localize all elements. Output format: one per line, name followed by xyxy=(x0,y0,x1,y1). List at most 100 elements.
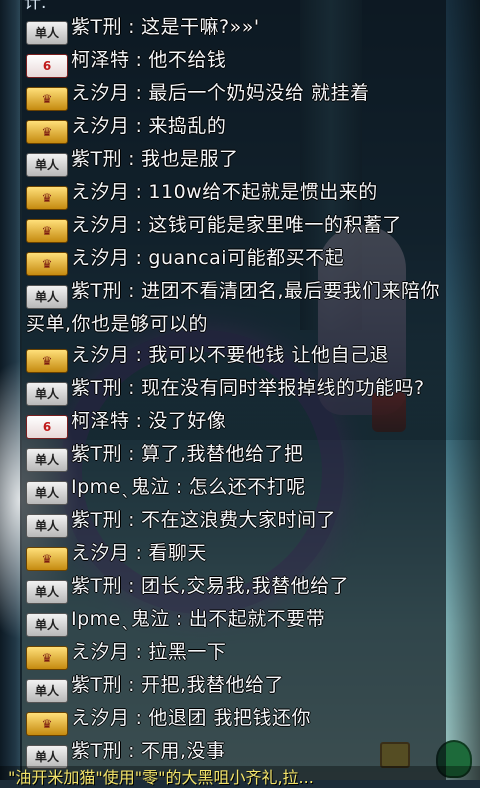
chat-sender-name[interactable]: 紫T刑 xyxy=(71,443,122,465)
chat-message[interactable]: 单人 紫T刑: 这是干嘛?»»' xyxy=(24,12,446,45)
chat-message-text: 他不给钱 xyxy=(148,49,227,71)
chat-message[interactable]: 单人 紫T刑: 算了,我替他给了把 xyxy=(24,439,446,472)
chat-message-text: 现在没有同时举报掉线的功能吗? xyxy=(141,377,425,399)
chat-message[interactable]: 单人 Ipmeˎ鬼泣: 出不起就不要带 xyxy=(24,604,446,637)
chat-separator: : xyxy=(135,214,143,236)
chat-separator: : xyxy=(175,608,183,630)
chat-message-text: 来捣乱的 xyxy=(148,115,227,137)
chat-sender-name[interactable]: 紫T刑 xyxy=(71,740,122,762)
chat-separator: : xyxy=(135,641,143,663)
solo-party-badge-icon: 单人 xyxy=(26,613,68,637)
chat-message[interactable]: ♛ え汐月: 他退团 我把钱还你 xyxy=(24,703,446,736)
chat-message[interactable]: 6 柯泽特: 他不给钱 xyxy=(24,45,446,78)
chat-sender-name[interactable]: 紫T刑 xyxy=(71,377,122,399)
red-guild-badge-icon: 6 xyxy=(26,415,68,439)
crown-badge-icon: ♛ xyxy=(26,120,68,144)
chat-sender-name[interactable]: え汐月 xyxy=(71,247,130,269)
crown-badge-icon: ♛ xyxy=(26,646,68,670)
chat-message[interactable]: 单人 紫T刑: 不在这浪费大家时间了 xyxy=(24,505,446,538)
chat-sender-name[interactable]: 柯泽特 xyxy=(71,49,130,71)
crown-badge-icon: ♛ xyxy=(26,349,68,373)
chat-message-text: 团长,交易我,我替他给了 xyxy=(141,575,350,597)
chat-sender-name[interactable]: 紫T刑 xyxy=(71,575,122,597)
solo-party-badge-icon: 单人 xyxy=(26,514,68,538)
chat-message[interactable]: ♛ え汐月: 来捣乱的 xyxy=(24,111,446,144)
chat-separator: : xyxy=(135,247,143,269)
chat-message[interactable]: 单人 紫T刑: 团长,交易我,我替他给了 xyxy=(24,571,446,604)
chat-sender-name[interactable]: 紫T刑 xyxy=(71,674,122,696)
chat-message[interactable]: 6 柯泽特: 没了好像 xyxy=(24,406,446,439)
chat-message-text: 这钱可能是家里唯一的积蓄了 xyxy=(148,214,402,236)
chat-message[interactable]: ♛ え汐月: 这钱可能是家里唯一的积蓄了 xyxy=(24,210,446,243)
crown-badge-icon: ♛ xyxy=(26,186,68,210)
chat-message-text: 不在这浪费大家时间了 xyxy=(141,509,337,531)
chat-message[interactable]: ♛ え汐月: guancai可能都买不起 xyxy=(24,243,446,276)
chat-sender-name[interactable]: Ipmeˎ鬼泣 xyxy=(71,476,170,498)
chat-sender-name[interactable]: え汐月 xyxy=(71,214,130,236)
chat-separator: : xyxy=(128,740,136,762)
chat-sender-name[interactable]: Ipmeˎ鬼泣 xyxy=(71,608,170,630)
chat-separator: : xyxy=(135,707,143,729)
scene-right-shadow xyxy=(444,0,480,780)
chat-separator: : xyxy=(175,476,183,498)
chat-sender-name[interactable]: え汐月 xyxy=(71,707,130,729)
chat-message[interactable]: ♛ え汐月: 最后一个奶妈没给 就挂着 xyxy=(24,78,446,111)
crown-badge-icon: ♛ xyxy=(26,252,68,276)
chat-message-list[interactable]: 单人 紫T刑: 这是干嘛?»»' 6 柯泽特: 他不给钱 ♛ え汐月: 最后一个奶妈没给 就挂着… xyxy=(24,12,446,769)
chat-sender-name[interactable]: 紫T刑 xyxy=(71,148,122,170)
chat-message-text: 开把,我替他给了 xyxy=(141,674,285,696)
chat-message[interactable]: ♛ え汐月: 拉黑一下 xyxy=(24,637,446,670)
chat-sender-name[interactable]: え汐月 xyxy=(71,542,130,564)
chat-message-text: 拉黑一下 xyxy=(148,641,227,663)
chat-separator: : xyxy=(135,344,143,366)
chat-message-text: 这是干嘛?»»' xyxy=(141,16,260,38)
chat-message[interactable]: 单人 紫T刑: 现在没有同时举报掉线的功能吗? xyxy=(24,373,446,406)
chat-message[interactable]: ♛ え汐月: 看聊天 xyxy=(24,538,446,571)
chat-message-text: 最后一个奶妈没给 就挂着 xyxy=(148,82,370,104)
chat-sender-name[interactable]: 柯泽特 xyxy=(71,410,130,432)
chat-separator: : xyxy=(128,377,136,399)
chat-sender-name[interactable]: 紫T刑 xyxy=(71,16,122,38)
chat-sender-name[interactable]: え汐月 xyxy=(71,82,130,104)
solo-party-badge-icon: 单人 xyxy=(26,382,68,406)
chat-message[interactable]: ♛ え汐月: 我可以不要他钱 让他自己退 xyxy=(24,340,446,373)
chat-sender-name[interactable]: え汐月 xyxy=(71,181,130,203)
chat-sender-name[interactable]: え汐月 xyxy=(71,344,130,366)
chat-sender-name[interactable]: え汐月 xyxy=(71,115,130,137)
chat-message[interactable]: 单人 Ipmeˎ鬼泣: 怎么还不打呢 xyxy=(24,472,446,505)
chat-message[interactable]: ♛ え汐月:110w给不起就是惯出来的 xyxy=(24,177,446,210)
chat-separator: : xyxy=(135,115,143,137)
chat-message[interactable]: 单人 紫T刑: 开把,我替他给了 xyxy=(24,670,446,703)
chat-message-text: 出不起就不要带 xyxy=(188,608,326,630)
chat-panel[interactable]: 计. 单人 紫T刑: 这是干嘛?»»' 6 柯泽特: 他不给钱 ♛ え汐月: 最后一个奶妈没给 … xyxy=(20,0,446,780)
crown-badge-icon: ♛ xyxy=(26,219,68,243)
chat-separator: : xyxy=(135,410,143,432)
chat-separator: : xyxy=(135,542,143,564)
chat-message-text: 算了,我替他给了把 xyxy=(141,443,304,465)
chat-separator: : xyxy=(128,148,136,170)
crown-badge-icon: ♛ xyxy=(26,87,68,111)
chat-separator: : xyxy=(135,82,143,104)
chat-sender-name[interactable]: 紫T刑 xyxy=(71,280,122,302)
chat-message-text: 我可以不要他钱 让他自己退 xyxy=(148,344,389,366)
chat-separator: : xyxy=(128,509,136,531)
chat-message[interactable]: 单人 紫T刑: 进团不看清团名,最后要我们来陪你买单,你也是够可以的 xyxy=(24,276,446,340)
chat-separator: : xyxy=(128,16,136,38)
chat-sender-name[interactable]: 紫T刑 xyxy=(71,509,122,531)
solo-party-badge-icon: 单人 xyxy=(26,679,68,703)
solo-party-badge-icon: 单人 xyxy=(26,448,68,472)
chat-message-text: 我也是服了 xyxy=(141,148,239,170)
chat-message-text: 怎么还不打呢 xyxy=(188,476,306,498)
chat-sender-name[interactable]: え汐月 xyxy=(71,641,130,663)
crown-badge-icon: ♛ xyxy=(26,547,68,571)
chat-separator: : xyxy=(135,49,143,71)
solo-party-badge-icon: 单人 xyxy=(26,153,68,177)
chat-message-text: 没了好像 xyxy=(148,410,227,432)
crown-badge-icon: ♛ xyxy=(26,712,68,736)
chat-message-text: guancai可能都买不起 xyxy=(148,247,345,269)
chat-separator: : xyxy=(128,674,136,696)
chat-message-text: 不用,没事 xyxy=(141,740,226,762)
chat-separator: : xyxy=(128,443,136,465)
chat-message[interactable]: 单人 紫T刑: 我也是服了 xyxy=(24,144,446,177)
chat-message-text: 110w给不起就是惯出来的 xyxy=(148,181,378,203)
